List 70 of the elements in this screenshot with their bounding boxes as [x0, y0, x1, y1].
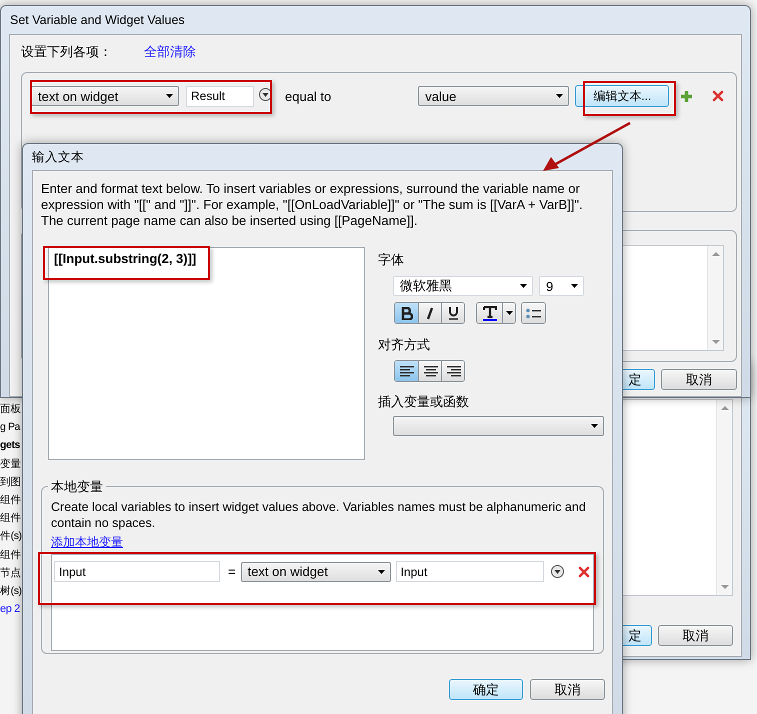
panel-label: 面板 [0, 402, 22, 417]
window-title: 输入文本 [32, 148, 84, 166]
description-text: Create local variables to insert widget values above. Variables names must be alphanumeric and contain no spaces. [51, 499, 587, 531]
dialog-button[interactable]: 取消 [661, 369, 737, 390]
panel-label: 节点 [0, 566, 22, 581]
text-editor[interactable]: [[Input.substring(2, 3)]] [48, 247, 365, 460]
dialog-button[interactable]: 取消 [530, 679, 605, 700]
prompt-label: 设置下列各项： [21, 43, 112, 61]
text-color-icon [482, 306, 496, 320]
dropdown[interactable]: 9 [539, 276, 584, 296]
caret-icon [571, 284, 578, 288]
panel-label: 到图 [0, 474, 22, 490]
input-field[interactable]: Result [186, 86, 254, 106]
align-left-icon [399, 366, 414, 376]
plus-icon[interactable] [680, 90, 694, 102]
caret-icon [591, 424, 598, 428]
window-title: Set Variable and Widget Values [10, 13, 185, 27]
scrollbar[interactable] [716, 400, 732, 595]
dialog-button[interactable]: 确定 [449, 679, 523, 700]
dropdown[interactable]: text on widget [31, 86, 179, 106]
operator-label: equal to [285, 88, 332, 104]
bold-icon [400, 306, 412, 320]
edit-text-button[interactable]: 编辑文本... [575, 85, 670, 107]
caret-icon [520, 284, 527, 288]
panel-label: gets [0, 438, 21, 454]
align-label: 对齐方式 [378, 336, 431, 354]
caret-icon [166, 94, 173, 98]
align-center-button[interactable] [418, 361, 441, 381]
panel-label: 变量 [0, 456, 22, 472]
group-legend: 本地变量 [48, 478, 106, 496]
underline-icon [448, 306, 458, 320]
list-icon [526, 308, 541, 318]
italic-icon [425, 306, 435, 320]
panel-label: g Pa [0, 420, 22, 436]
insert-label: 插入变量或函数 [378, 393, 470, 411]
dropdown[interactable]: 微软雅黑 [393, 276, 533, 296]
panel-label: 树(s) [0, 584, 22, 600]
caret-icon [556, 94, 564, 98]
dialog-button[interactable]: 取消 [658, 625, 733, 646]
x-icon[interactable] [712, 90, 724, 102]
bold-button[interactable] [395, 303, 418, 323]
x-icon[interactable] [578, 566, 590, 578]
align-center-icon [422, 366, 438, 376]
equals-label: = [228, 564, 236, 579]
dropdown[interactable] [393, 416, 604, 436]
text-color-button[interactable] [476, 302, 516, 324]
font-label: 字体 [378, 251, 405, 269]
dropdown[interactable]: text on widget [240, 562, 391, 582]
input-field[interactable]: Input [54, 561, 220, 582]
caret-icon [378, 570, 385, 574]
dropdown[interactable]: value [418, 86, 570, 106]
caret-circle-icon[interactable] [259, 88, 272, 101]
caret-icon [506, 311, 512, 315]
instructions-text: Enter and format text below. To insert variables or expressions, surround the variable name or expression with "[[" and "]]". For example, "[[OnLoadVariable]]" or "The sum is [[VarA + VarB]]". The current page name can also be inserted using [[PageName]]. [41, 181, 584, 229]
link[interactable]: ep 2 [0, 600, 22, 618]
scrollbar[interactable] [707, 246, 723, 350]
caret-circle-icon[interactable] [550, 565, 564, 578]
add-variable-link[interactable]: 添加本地变量 [51, 534, 123, 551]
panel-label: 组件 [0, 493, 22, 508]
clear-all-link[interactable]: 全部清除 [144, 43, 196, 61]
align-left-button[interactable] [395, 361, 418, 381]
align-right-icon [446, 366, 460, 376]
bullet-list-button[interactable] [522, 303, 545, 323]
align-right-button[interactable] [441, 361, 464, 381]
input-field[interactable]: Input [396, 561, 544, 582]
panel-label: 组件 [0, 511, 22, 526]
italic-button[interactable] [418, 303, 441, 323]
panel-label: 件(s) [0, 529, 22, 544]
panel-label: 组件 [0, 548, 22, 563]
underline-button[interactable] [441, 303, 464, 323]
